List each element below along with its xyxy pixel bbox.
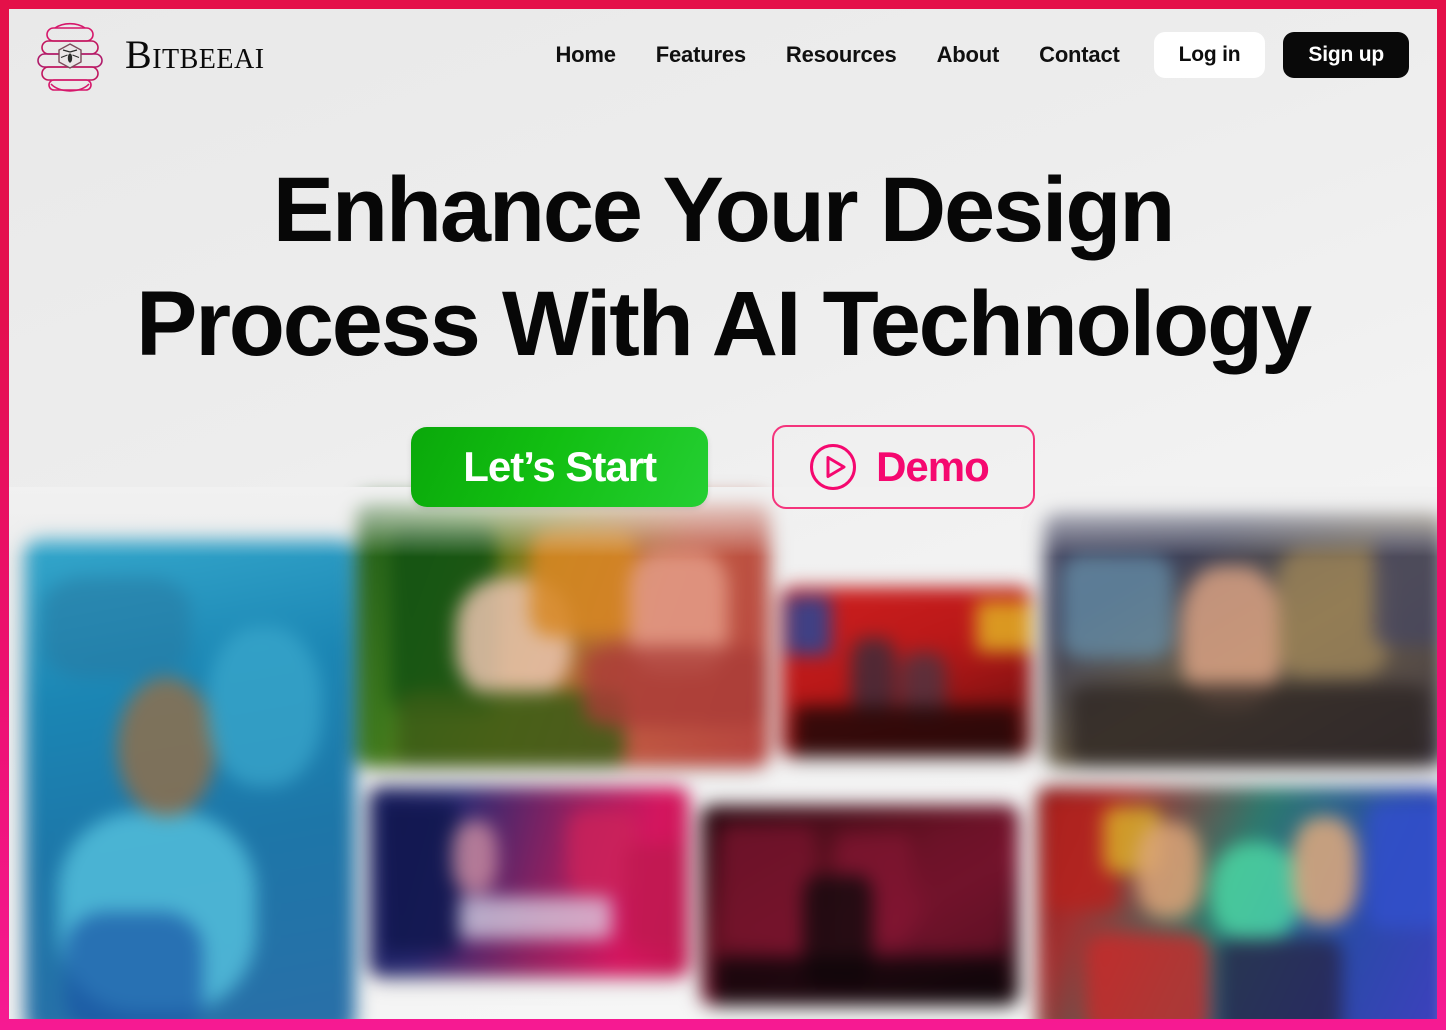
login-button[interactable]: Log in xyxy=(1153,32,1266,78)
auth-actions: Log in Sign up xyxy=(1153,32,1409,78)
gallery-thumb-6 xyxy=(369,787,689,977)
site-header: BitBeeAI Home Features Resources About C… xyxy=(9,9,1437,101)
signup-button[interactable]: Sign up xyxy=(1283,32,1409,78)
gallery-thumb-1 xyxy=(25,537,355,1019)
nav-item-resources[interactable]: Resources xyxy=(786,42,897,68)
main-nav: Home Features Resources About Contact xyxy=(265,42,1154,68)
nav-item-contact[interactable]: Contact xyxy=(1039,42,1120,68)
beehive-logo-icon xyxy=(37,22,103,92)
page-viewport: BitBeeAI Home Features Resources About C… xyxy=(9,9,1437,1019)
image-gallery xyxy=(9,487,1437,1019)
hero-cta-row: Let’s Start Demo xyxy=(9,425,1437,510)
hero-title-line-2: Process With AI Technology xyxy=(136,273,1312,376)
hero-title-line-1: Enhance Your Design xyxy=(272,159,1176,261)
gallery-thumb-7 xyxy=(701,805,1019,1005)
gallery-thumb-8 xyxy=(1037,787,1437,1019)
brand-logo[interactable]: BitBeeAI xyxy=(31,14,265,96)
nav-item-home[interactable]: Home xyxy=(555,42,616,68)
gallery-thumb-4 xyxy=(1045,509,1437,767)
nav-item-features[interactable]: Features xyxy=(656,42,746,68)
brand-name: BitBeeAI xyxy=(125,32,265,77)
play-circle-icon xyxy=(810,444,857,491)
demo-button-label: Demo xyxy=(876,443,990,491)
gallery-thumb-3 xyxy=(781,587,1031,757)
page-title: Enhance Your Design Process With AI Tech… xyxy=(9,153,1437,381)
gallery-thumb-2 xyxy=(357,497,769,767)
hero-section: Enhance Your Design Process With AI Tech… xyxy=(9,101,1437,510)
page-frame: BitBeeAI Home Features Resources About C… xyxy=(0,0,1446,1030)
lets-start-button[interactable]: Let’s Start xyxy=(411,427,709,508)
nav-item-about[interactable]: About xyxy=(937,42,1000,68)
demo-button[interactable]: Demo xyxy=(772,425,1035,510)
